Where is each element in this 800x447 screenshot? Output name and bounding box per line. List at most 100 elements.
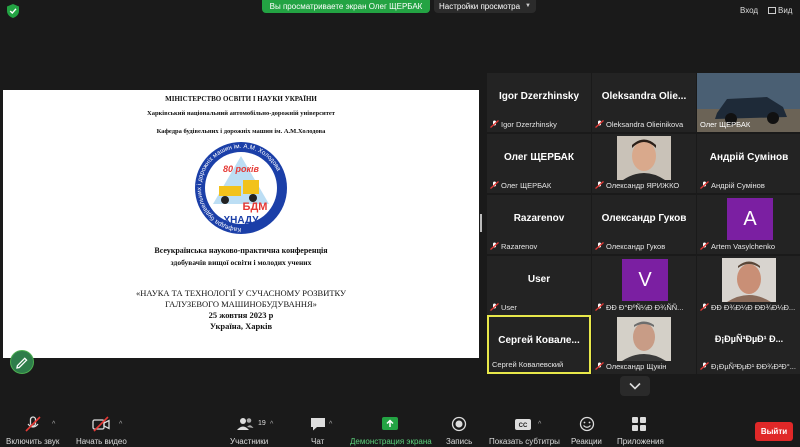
participant-caption: Олег ЩЕРБАК [700, 120, 751, 129]
show-captions-label: Показать субтитры [489, 437, 560, 446]
participant-caption: Сергей Ковалевский [492, 360, 564, 369]
slide-city: Україна, Харків [209, 321, 273, 331]
participant-tile[interactable]: Андрій Сумінов Андрій Сумінов [697, 134, 800, 193]
participant-name: User [527, 274, 551, 285]
participant-tile[interactable]: Олександр Щукін [592, 315, 696, 374]
reactions-button[interactable]: Реакции [568, 408, 608, 447]
muted-mic-icon [700, 181, 709, 189]
chevron-up-icon[interactable]: ^ [270, 421, 273, 428]
chevron-up-icon[interactable]: ^ [329, 421, 332, 428]
logo-bdm: БДМ [243, 201, 268, 213]
gallery-next-page-button[interactable] [620, 376, 650, 396]
participant-tile[interactable]: V ÐÐ Ð°ÐºÑ¼Ð Ð¾ÑÑ... [592, 256, 696, 315]
show-captions-button[interactable]: CC ^ Показать субтитры [488, 408, 560, 447]
participant-tile[interactable]: Олег ЩЕРБАК [697, 73, 800, 132]
chevron-up-icon[interactable]: ^ [538, 421, 541, 428]
leave-meeting-button[interactable]: Выйти [755, 422, 793, 441]
video-off-icon [92, 416, 110, 432]
meeting-toolbar: ^ Включить звук ^ Начать видео 19 ^ Учас… [0, 408, 800, 447]
participant-tile[interactable]: Олександр ЯРИЖКО [592, 134, 696, 193]
muted-mic-icon [700, 303, 709, 311]
view-options-button[interactable]: Настройки просмотра ▼ [434, 0, 536, 13]
resize-splitter[interactable] [480, 214, 482, 232]
participant-tile[interactable]: Razarenov Razarenov [487, 195, 591, 254]
participant-avatar: A [727, 198, 773, 240]
chat-button[interactable]: ^ Чат [300, 408, 336, 447]
participant-tile[interactable]: A Artem Vasylchenko [697, 195, 800, 254]
participants-icon [237, 418, 254, 430]
participant-caption: Олександр ЯРИЖКО [606, 181, 680, 190]
slide-university: Харківський національний автомобільно-до… [147, 110, 335, 117]
chat-label: Чат [311, 437, 325, 446]
participants-count: 19 [258, 420, 266, 427]
participant-caption: Razarenov [501, 242, 538, 251]
participant-name: Oleksandra Olie... [601, 91, 687, 102]
participant-tile[interactable]: Igor Dzerzhinsky Igor Dzerzhinsky [487, 73, 591, 132]
apps-label: Приложения [617, 437, 664, 446]
participant-tile-active-speaker[interactable]: Сергей Ковале... Сергей Ковалевский [487, 315, 591, 374]
slide-title-line2: ГАЛУЗЕВОГО МАШИНОБУДУВАННЯ» [165, 299, 317, 309]
participant-caption: ÐÐ Ð¾Ð¼Ð ÐÐ¾Ð¼Ð... [711, 303, 796, 312]
reactions-label: Реакции [571, 437, 602, 446]
unmute-label: Включить звук [6, 437, 60, 446]
apps-grid-icon [632, 417, 646, 431]
muted-mic-icon [595, 303, 604, 311]
participant-video-face [617, 317, 671, 361]
chevron-up-icon[interactable]: ^ [119, 421, 122, 428]
slide-department: Кафедра будівельних і дорожніх машин ім.… [156, 128, 326, 135]
slide-conference-line2: здобувачів вищої освіти і молодих учених [170, 258, 312, 267]
participant-caption: Олександр Гуков [606, 242, 666, 251]
participant-caption: Олександр Щукін [606, 362, 667, 371]
participant-name: Razarenov [513, 213, 565, 224]
slide-ministry: МІНІСТЕРСТВО ОСВІТИ І НАУКИ УКРАЇНИ [165, 95, 317, 103]
exit-button[interactable]: Вход [740, 6, 758, 15]
record-label: Запись [446, 437, 473, 446]
unmute-button[interactable]: ^ Включить звук [0, 408, 70, 447]
annotate-button[interactable] [10, 350, 34, 374]
screen-share-banner: Вы просматриваете экран Олег ЩЕРБАК [262, 0, 430, 13]
svg-text:CC: CC [519, 423, 528, 429]
security-shield-icon[interactable] [7, 4, 19, 18]
logo-hnadu: ХНАДУ [224, 215, 260, 226]
grid-view-icon [768, 7, 776, 14]
start-video-label: Начать видео [76, 437, 127, 446]
participant-tile[interactable]: ÐÐ Ð¾Ð¼Ð ÐÐ¾Ð¼Ð... [697, 256, 800, 315]
chevron-down-icon: ▼ [525, 3, 531, 9]
participant-name: Сергей Ковале... [498, 335, 580, 346]
record-button[interactable]: Запись [442, 408, 478, 447]
slide-title-line1: «НАУКА ТА ТЕХНОЛОГІЇ У СУЧАСНОМУ РОЗВИТК… [135, 288, 347, 298]
participant-tile[interactable]: Oleksandra Olie... Oleksandra Olieinikov… [592, 73, 696, 132]
slide-conference-line1: Всеукраїнська науково-практична конферен… [154, 246, 328, 255]
apps-button[interactable]: Приложения [614, 408, 666, 447]
muted-mic-icon [490, 303, 499, 311]
participant-name: Олег ЩЕРБАК [503, 152, 575, 163]
share-screen-label: Демонстрация экрана [350, 437, 432, 446]
participant-tile[interactable]: User User [487, 256, 591, 315]
view-button[interactable]: Вид [768, 6, 792, 15]
shared-screen-slide: МІНІСТЕРСТВО ОСВІТИ І НАУКИ УКРАЇНИ Харк… [3, 90, 479, 358]
participant-tile[interactable]: Олег ЩЕРБАК Олег ЩЕРБАК [487, 134, 591, 193]
participant-caption: Олег ЩЕРБАК [501, 181, 552, 190]
participant-tile[interactable]: Ð¡ÐµÑ³ÐµÐ¹ Ð... Ð¡ÐµÑ³ÐµÐ¹ ÐÐ¾Ð²Ð°... [697, 315, 800, 374]
view-options-label: Настройки просмотра [439, 2, 521, 11]
participant-tile[interactable]: Олександр Гуков Олександр Гуков [592, 195, 696, 254]
closed-captions-icon: CC [515, 419, 531, 430]
department-logo: Кафедра будівельних і дорожніх машин ім.… [195, 142, 287, 234]
chevron-up-icon[interactable]: ^ [52, 421, 55, 428]
start-video-button[interactable]: ^ Начать видео [72, 408, 134, 447]
participant-caption: User [501, 303, 517, 312]
participant-caption: Oleksandra Olieinikova [606, 120, 684, 129]
participant-caption: Igor Dzerzhinsky [501, 120, 557, 129]
view-button-label: Вид [778, 6, 793, 15]
muted-mic-icon [700, 242, 709, 250]
share-screen-button[interactable]: Демонстрация экрана [348, 408, 434, 447]
participant-caption: ÐÐ Ð°ÐºÑ¼Ð Ð¾ÑÑ... [606, 303, 684, 312]
muted-mic-icon [700, 362, 709, 370]
muted-mic-icon [490, 181, 499, 189]
muted-mic-icon [595, 362, 604, 370]
muted-mic-icon [595, 242, 604, 250]
chevron-down-icon [629, 382, 641, 390]
participants-button[interactable]: 19 ^ Участники [226, 408, 274, 447]
participant-video-face [617, 136, 671, 180]
logo-years: 80 років [223, 164, 260, 174]
